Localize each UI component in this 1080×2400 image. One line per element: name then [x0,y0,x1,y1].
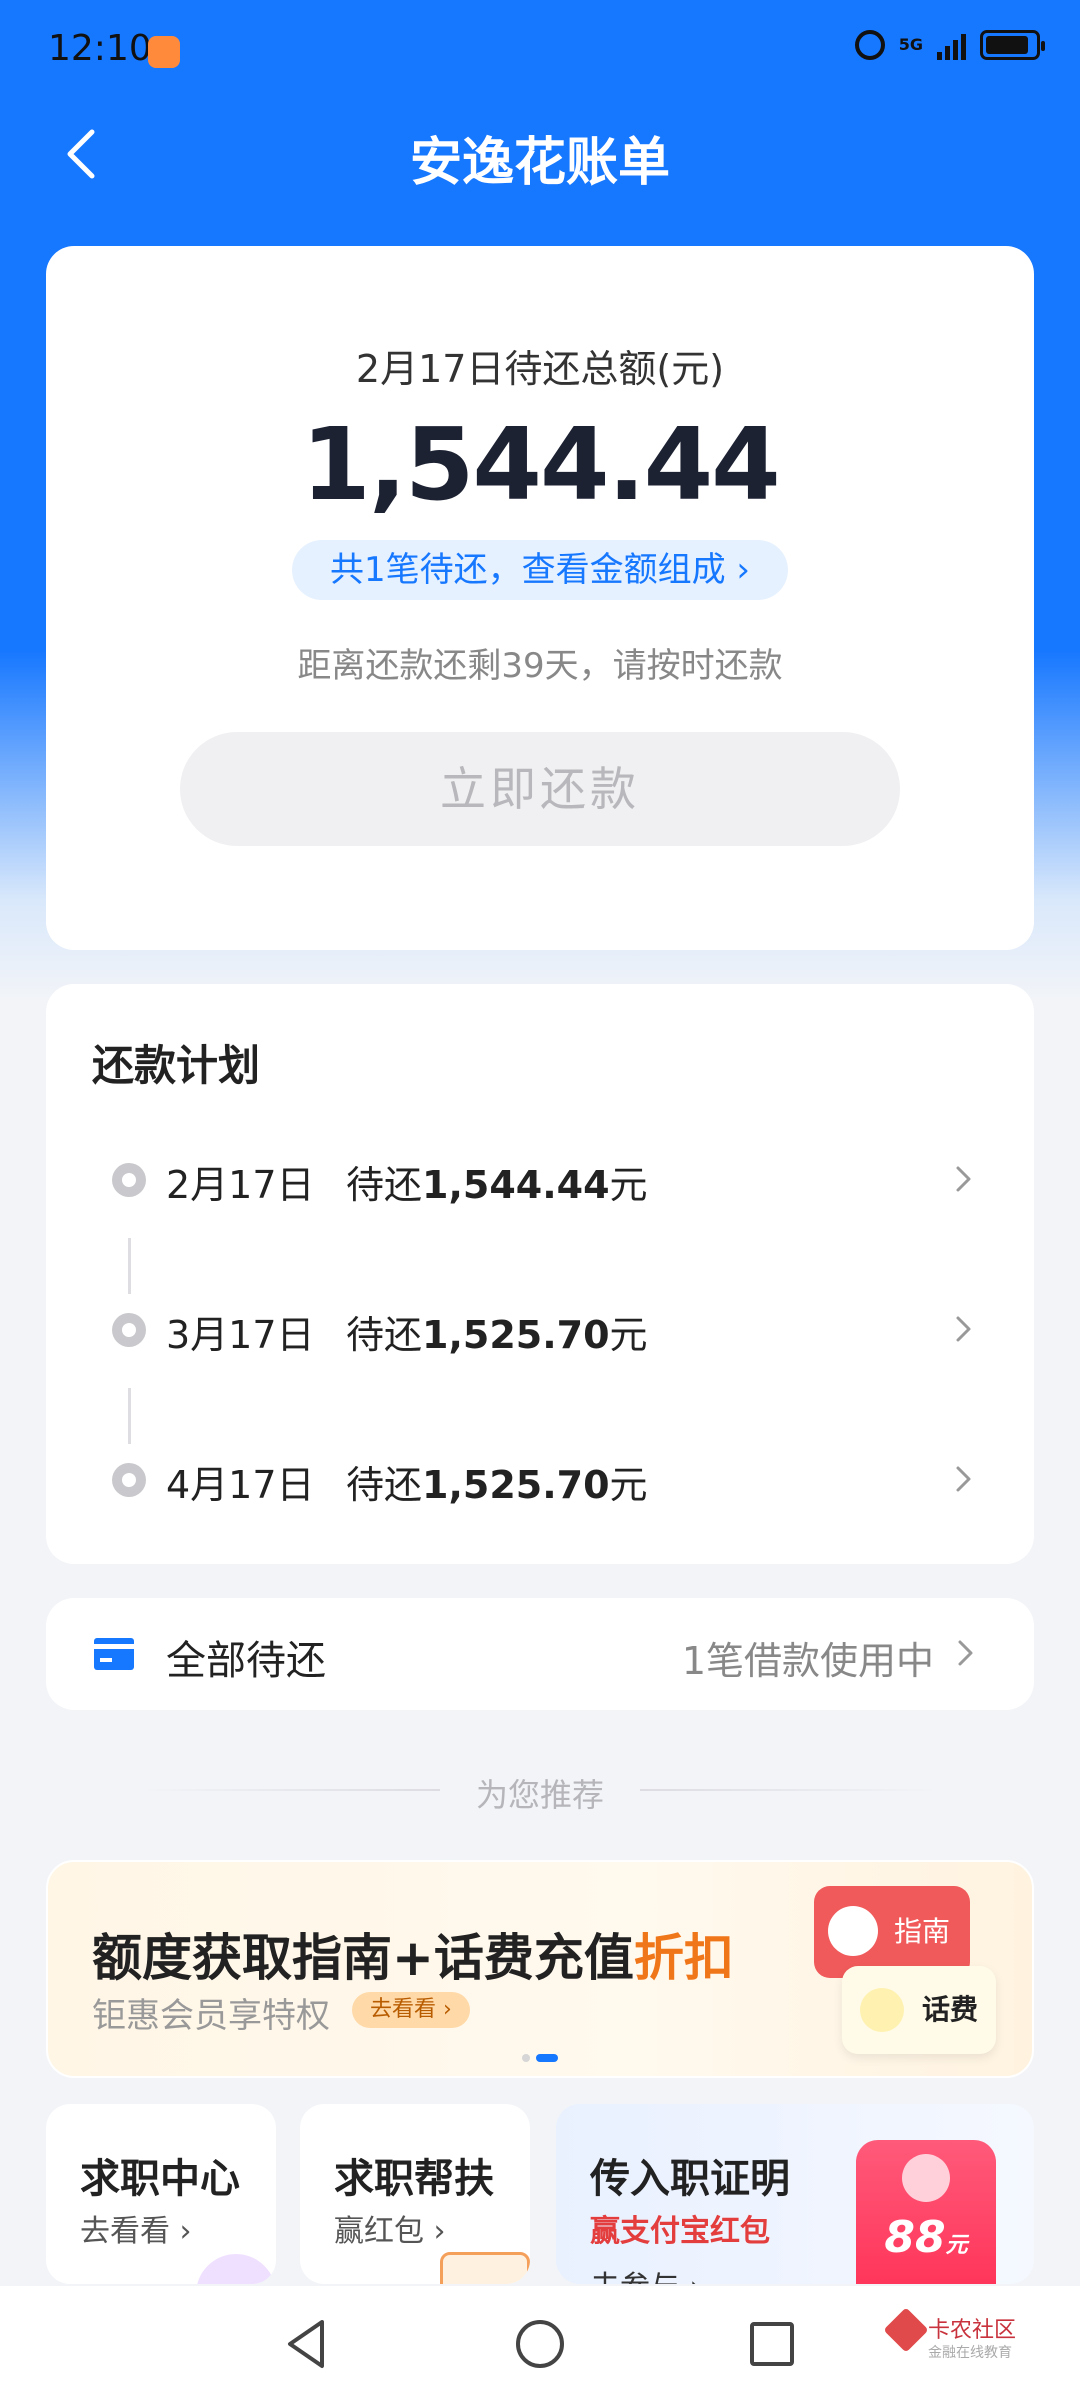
plan-pending: 待还1,544.44元 [346,1163,648,1207]
bill-summary-card: 2月17日待还总额(元) 1,544.44 共1笔待还，查看金额组成 › 距离还… [46,246,1034,950]
page-header: 安逸花账单 [0,100,1080,210]
timeline-dot-icon [112,1163,146,1197]
phone-bill-badge: 话费 [842,1966,996,2054]
guide-badge: 指南 [814,1886,970,1978]
phone-bill-icon [860,1988,904,2032]
tile-subtitle: 去看看 › [80,2214,192,2249]
plan-date: 4月17日 [166,1463,315,1507]
status-time: 12:10 [48,28,152,69]
due-amount: 1,544.44 [301,406,780,523]
all-pending-row[interactable]: 全部待还 1笔借款使用中 [46,1598,1034,1710]
tile-subtitle: 赢红包 › [334,2214,446,2249]
recommend-divider: 为您推荐 [0,1770,1080,1814]
plan-row[interactable]: 4月17日 待还1,525.70元 [46,1430,1034,1530]
red-packet-icon [440,2252,530,2284]
timeline-dot-icon [112,1313,146,1347]
due-title: 2月17日待还总额(元) [355,347,725,391]
job-support-tile[interactable]: 求职帮扶 赢红包 › [300,2104,530,2284]
plan-pending: 待还1,525.70元 [346,1313,648,1357]
employment-proof-tile[interactable]: 传入职证明 赢支付宝红包 去参与 › 88元 [556,2104,1034,2284]
plan-title: 还款计划 [92,1041,261,1090]
all-pending-label: 全部待还 [166,1638,326,1684]
system-nav-bar: 卡农社区 金融在线教育 [0,2286,1080,2400]
tile-participate-link[interactable]: 去参与 › [590,2262,702,2284]
signal-icon [937,30,966,60]
status-icons: 5G [854,30,1045,60]
plan-date: 3月17日 [166,1313,315,1357]
watermark-logo: 卡农社区 金融在线教育 [883,2307,1020,2378]
plan-row[interactable]: 3月17日 待还1,525.70元 [46,1280,1034,1380]
timeline-dot-icon [112,1463,146,1497]
tile-subtitle: 赢支付宝红包 [590,2214,770,2249]
status-bar: 12:10 5G [0,0,1080,100]
amount-breakdown-link[interactable]: 共1笔待还，查看金额组成 › [292,540,788,600]
plan-row[interactable]: 2月17日 待还1,544.44元 [46,1130,1034,1230]
chevron-right-icon [958,1640,973,1666]
notification-app-icon [148,36,180,68]
red-packet-icon: 88元 [856,2140,996,2284]
tile-title: 传入职证明 [590,2156,790,2202]
repayment-plan-card: 还款计划 2月17日 待还1,544.44元 3月17日 待还1,525.70元… [46,984,1034,1564]
plan-date: 2月17日 [166,1163,315,1207]
nav-back-icon[interactable] [276,2314,336,2374]
job-center-tile[interactable]: 求职中心 去看看 › [46,2104,276,2284]
banner-subtitle: 钜惠会员享特权 [92,1996,330,2036]
guide-book-icon [828,1906,878,1956]
banner-go-see-button[interactable]: 去看看 › [352,1992,470,2028]
page-title: 安逸花账单 [409,133,670,193]
chevron-right-icon [956,1166,971,1192]
loan-status-text: 1笔借款使用中 [681,1639,934,1683]
pay-now-button[interactable]: 立即还款 [180,732,900,846]
nav-home-icon[interactable] [510,2314,570,2374]
network-type: 5G [898,35,923,54]
recommend-label: 为您推荐 [475,1776,604,1814]
chevron-right-icon [956,1316,971,1342]
wallet-icon [94,1638,134,1670]
plan-pending: 待还1,525.70元 [346,1463,648,1507]
carousel-indicator [522,2054,558,2062]
chevron-right-icon [956,1466,971,1492]
promo-banner[interactable]: 额度获取指南+话费充值折扣 钜惠会员享特权 去看看 › 指南 话费 [46,1860,1034,2078]
battery-icon [980,30,1045,60]
decoration-icon [196,2254,276,2284]
tile-title: 求职帮扶 [334,2156,494,2202]
tile-title: 求职中心 [80,2156,240,2202]
watermark-icon [883,2307,929,2353]
alarm-icon [854,30,885,60]
remaining-days-text: 距离还款还剩39天，请按时还款 [297,646,783,686]
banner-headline: 额度获取指南+话费充值折扣 [92,1929,734,1987]
nav-recent-apps-icon[interactable] [742,2314,802,2374]
